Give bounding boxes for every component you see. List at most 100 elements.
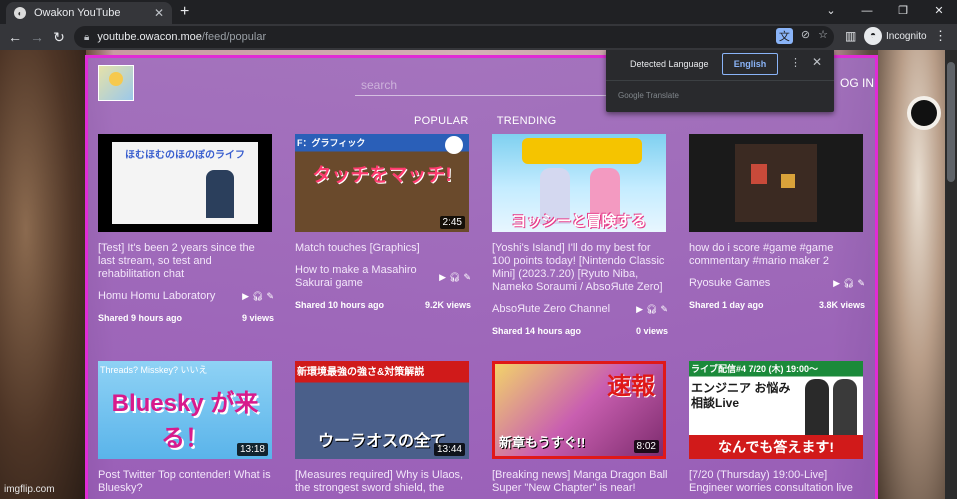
tab-trending[interactable]: TRENDING <box>497 115 557 127</box>
channel-name[interactable]: AbsoЯute Zero Channel <box>492 303 610 316</box>
thumbnail-tag: F：グラフィック <box>297 138 366 148</box>
background-art-left <box>0 50 86 499</box>
video-title[interactable]: Match touches [Graphics] <box>295 242 471 255</box>
url-path: /feed/popular <box>201 31 267 43</box>
thumbnail-logo <box>445 136 463 154</box>
incognito-icon: ◓ <box>864 27 882 45</box>
video-thumbnail[interactable]: ライブ配信#4 7/20 (木) 19:00～ エンジニア お悩み相談Live … <box>689 361 863 459</box>
translate-icon[interactable]: 文 <box>775 28 793 44</box>
video-thumbnail[interactable]: 新環境最強の強さ&対策解説 ウーラオスの全て 13:44 <box>295 361 469 459</box>
video-title[interactable]: [Breaking news] Manga Dragon Ball Super … <box>492 469 668 495</box>
back-icon[interactable]: ← <box>4 29 26 45</box>
video-title[interactable]: [7/20 (Thursday) 19:00-Live] Engineer wo… <box>689 469 865 495</box>
login-link[interactable]: OG IN <box>840 76 874 90</box>
thumbnail-tag: 速報 <box>607 373 655 400</box>
star-icon[interactable]: ☆ <box>818 28 828 44</box>
forward-icon[interactable]: → <box>26 29 48 45</box>
video-card[interactable]: F：グラフィック タッチをマッチ! 2:45 Match touches [Gr… <box>295 134 471 310</box>
minimize-button[interactable]: — <box>849 0 885 24</box>
thumbnail-sprite <box>781 174 795 188</box>
thumbnail-figure <box>805 379 829 435</box>
video-thumbnail[interactable] <box>689 134 863 232</box>
omnibox-icons: 文 ⊘ ☆ <box>775 28 828 44</box>
search-input[interactable] <box>355 74 635 96</box>
video-icon: ▶ <box>833 278 841 288</box>
close-icon[interactable]: ✕ <box>812 55 822 69</box>
broom-icon: ✎ <box>660 304 668 314</box>
channel-name[interactable]: How to make a Masahiro Sakurai game <box>295 264 425 290</box>
english-option[interactable]: English <box>722 53 778 75</box>
shared-time: Shared 14 hours ago <box>492 326 582 336</box>
platform-icons: ▶ 🎧︎ ✎ <box>636 304 668 315</box>
video-title[interactable]: [Yoshi's Island] I'll do my best for 100… <box>492 242 668 294</box>
close-tab-icon[interactable]: ✕ <box>154 6 164 20</box>
video-thumbnail[interactable]: F：グラフィック タッチをマッチ! 2:45 <box>295 134 469 232</box>
video-title[interactable]: how do i score #game #game commentary #m… <box>689 242 865 268</box>
duration-badge: 13:18 <box>236 443 268 456</box>
incognito-indicator[interactable]: ◓ Incognito <box>864 27 927 45</box>
google-translate-label: Google Translate <box>618 91 679 100</box>
video-thumbnail[interactable]: ヨッシーと冒険する <box>492 134 666 232</box>
video-card[interactable]: 速報 新章もうすぐ!! 8:02 [Breaking news] Manga D… <box>492 361 668 495</box>
new-tab-button[interactable]: + <box>180 3 189 21</box>
broom-icon: ✎ <box>463 271 471 282</box>
video-card[interactable]: ヨッシーと冒険する [Yoshi's Island] I'll do my be… <box>492 134 668 336</box>
tab-search-icon[interactable]: ⌄ <box>813 0 849 24</box>
close-window-button[interactable]: ✕ <box>921 0 957 24</box>
reload-icon[interactable]: ↻ <box>48 29 70 46</box>
side-panel-icon[interactable]: ▥ <box>845 29 856 43</box>
thumbnail-caption: タッチをマッチ! <box>312 165 452 186</box>
view-count: 9 views <box>241 313 274 323</box>
restore-button[interactable]: ❐ <box>885 0 921 24</box>
thumbnail-art <box>735 144 817 222</box>
detected-language-option[interactable]: Detected Language <box>630 58 709 70</box>
video-title[interactable]: [Test] It's been 2 years since the last … <box>98 242 274 281</box>
thumbnail-subtitle: エンジニア お悩み相談Live <box>691 381 791 410</box>
headphones-icon: 🎧︎ <box>449 271 461 282</box>
video-thumbnail[interactable]: Threads? Misskey? いいえ Bluesky が来る！ 13:18 <box>98 361 272 459</box>
platform-icons: ▶ 🎧︎ ✎ <box>439 272 471 283</box>
thumbnail-caption: なんでも答えます! <box>689 435 863 459</box>
channel-name[interactable]: Ryosuke Games <box>689 277 770 290</box>
video-card[interactable]: how do i score #game #game commentary #m… <box>689 134 865 310</box>
tab-title: Owakon YouTube <box>34 7 121 19</box>
page-viewport: OG IN POPULAR TRENDING ほむほむのほのぼのライフ [Tes… <box>0 50 945 499</box>
translate-popup: Detected Language English ⋮ ✕ Google Tra… <box>606 50 834 112</box>
platform-icons: ▶ 🎧︎ ✎ <box>242 291 274 302</box>
more-options-icon[interactable]: ⋮ <box>790 56 801 69</box>
view-count: 9.2K views <box>424 300 471 310</box>
video-card[interactable]: ほむほむのほのぼのライフ [Test] It's been 2 years si… <box>98 134 274 323</box>
duration-badge: 8:02 <box>633 440 659 453</box>
tab-popular[interactable]: POPULAR <box>414 115 469 127</box>
eye-off-icon[interactable]: ⊘ <box>801 28 810 44</box>
popup-divider <box>606 80 834 81</box>
video-thumbnail[interactable]: 速報 新章もうすぐ!! 8:02 <box>492 361 666 459</box>
site-logo[interactable] <box>98 65 134 101</box>
tab-strip: ◐ Owakon YouTube ✕ + ⌄ — ❐ ✕ <box>0 0 957 24</box>
video-card[interactable]: Threads? Misskey? いいえ Bluesky が来る！ 13:18… <box>98 361 274 495</box>
video-icon: ▶ <box>242 291 250 301</box>
video-thumbnail[interactable]: ほむほむのほのぼのライフ <box>98 134 272 232</box>
channel-name[interactable]: Homu Homu Laboratory <box>98 290 215 303</box>
browser-toolbar: ← → ↻ 🔒︎ youtube.owacon.moe /feed/popula… <box>0 24 957 50</box>
thumbnail-logo <box>522 138 642 164</box>
headphones-icon: 🎧︎ <box>843 278 855 288</box>
video-title[interactable]: Post Twitter Top contender! What is Blue… <box>98 469 274 495</box>
thumbnail-tag: 新環境最強の強さ&対策解説 <box>297 367 425 378</box>
thumbnail-sprite <box>751 164 767 184</box>
thumbnail-figure <box>206 170 234 218</box>
menu-icon[interactable]: ⋮ <box>934 28 947 44</box>
video-card[interactable]: ライブ配信#4 7/20 (木) 19:00～ エンジニア お悩み相談Live … <box>689 361 865 495</box>
lock-icon[interactable]: 🔒︎ <box>84 32 89 43</box>
address-bar[interactable]: 🔒︎ youtube.owacon.moe /feed/popular 文 ⊘ … <box>74 26 834 48</box>
broom-icon: ✎ <box>266 291 274 301</box>
headphones-icon: 🎧︎ <box>646 304 658 314</box>
favicon-icon: ◐ <box>14 7 26 19</box>
page-scrollbar[interactable] <box>945 50 957 499</box>
incognito-label: Incognito <box>886 30 927 42</box>
video-card[interactable]: 新環境最強の強さ&対策解説 ウーラオスの全て 13:44 [Measures r… <box>295 361 471 495</box>
scrollbar-thumb[interactable] <box>947 62 955 182</box>
video-title[interactable]: [Measures required] Why is Ulaos, the st… <box>295 469 471 495</box>
url-host: youtube.owacon.moe <box>97 31 202 43</box>
browser-tab[interactable]: ◐ Owakon YouTube ✕ <box>6 2 172 24</box>
